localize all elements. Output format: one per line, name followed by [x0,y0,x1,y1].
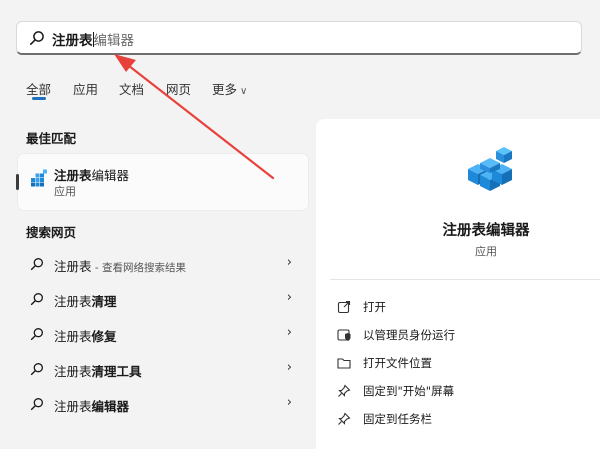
search-suggestion-text: 编辑器 [93,33,135,49]
chevron-right-icon: › [286,360,292,375]
selection-indicator [16,174,19,190]
web-item-prefix: 注册表 [54,364,92,379]
action-label: 以管理员身份运行 [363,328,455,342]
registry-editor-icon [468,147,512,191]
web-item-bold: 清理 [91,294,117,309]
web-search-item[interactable]: 注册表 - 查看网络搜索结果 › [20,249,306,279]
chevron-down-icon: ∨ [240,86,248,97]
web-search-item[interactable]: 注册表编辑器 › [20,389,306,419]
detail-app-type: 应用 [475,245,497,258]
active-tab-indicator [32,97,46,100]
action-open-file-location[interactable]: 打开文件位置 [337,355,432,371]
best-match-type: 应用 [54,185,76,198]
divider [330,279,600,280]
web-item-prefix: 注册表 [54,294,92,309]
pin-icon [338,412,351,425]
tab-all[interactable]: 全部 [26,79,51,98]
chevron-right-icon: › [286,395,292,410]
action-label: 打开文件位置 [363,356,432,370]
web-item-hint: - 查看网络搜索结果 [91,262,186,274]
tab-more[interactable]: 更多 ∨ [212,79,247,98]
best-match-name: 注册表编辑器 [54,165,129,184]
detail-app-name: 注册表编辑器 [442,223,530,239]
search-icon [30,258,43,271]
action-label: 打开 [363,300,386,314]
registry-editor-icon [31,169,47,187]
web-search-item[interactable]: 注册表修复 › [20,319,306,349]
tab-web[interactable]: 网页 [166,79,191,98]
web-search-item[interactable]: 注册表清理工具 › [20,354,306,384]
search-icon [29,31,44,45]
web-item-prefix: 注册表 [54,399,92,414]
search-icon [30,293,43,306]
tab-apps[interactable]: 应用 [73,79,98,98]
action-pin-to-start[interactable]: 固定到"开始"屏幕 [337,383,454,399]
web-item-bold: 编辑器 [91,399,130,414]
action-open[interactable]: 打开 [337,299,386,315]
best-match-heading: 最佳匹配 [26,131,77,146]
web-item-prefix: 注册表 [54,329,92,344]
open-icon [337,300,351,314]
search-typed-text: 注册表 [52,33,93,49]
search-icon [30,328,43,341]
detail-panel [316,119,600,449]
search-input[interactable]: 注册表编辑器 [16,21,582,55]
chevron-right-icon: › [286,255,292,270]
best-match-name-rest: 编辑器 [91,168,130,183]
search-icon [30,363,43,376]
tab-more-label: 更多 [212,82,238,97]
pin-icon [338,384,351,397]
chevron-right-icon: › [286,325,292,340]
web-item-bold: 修复 [91,329,117,344]
web-search-heading: 搜索网页 [26,225,77,240]
web-search-item[interactable]: 注册表清理 › [20,284,306,314]
action-label: 固定到任务栏 [363,412,432,426]
web-item-bold: 清理工具 [91,364,142,379]
action-run-as-admin[interactable]: 以管理员身份运行 [337,327,455,343]
search-icon [30,398,43,411]
shield-icon [337,329,351,341]
action-label: 固定到"开始"屏幕 [363,384,455,398]
web-item-prefix: 注册表 [54,259,92,274]
best-match-name-bold: 注册表 [54,168,92,183]
tab-documents[interactable]: 文档 [119,79,144,98]
folder-icon [337,358,351,369]
chevron-right-icon: › [286,290,292,305]
action-pin-to-taskbar[interactable]: 固定到任务栏 [337,411,432,427]
search-query[interactable]: 注册表编辑器 [52,29,134,49]
